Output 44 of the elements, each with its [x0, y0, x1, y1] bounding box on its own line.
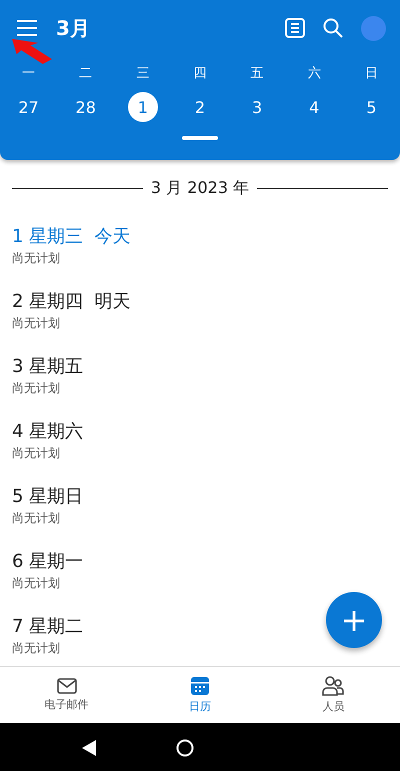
menu-icon[interactable]: [16, 19, 38, 37]
weekday-label: 一: [22, 65, 36, 83]
calendar-icon: [190, 676, 210, 696]
weekday-label: 五: [250, 65, 264, 83]
list-icon[interactable]: [285, 18, 305, 38]
tab-button[interactable]: 日历: [133, 667, 267, 723]
no-plans-text: 尚无计划: [12, 575, 60, 592]
no-plans-text: 尚无计划: [12, 380, 60, 397]
day-heading[interactable]: 4 星期六: [12, 419, 84, 443]
no-plans-text: 尚无计划: [12, 640, 60, 657]
month-title[interactable]: 3月: [56, 14, 267, 42]
drag-handle[interactable]: [182, 136, 218, 140]
day-heading[interactable]: 1 星期三 今天: [12, 224, 131, 248]
weekday-label: 三: [136, 65, 150, 83]
home-icon[interactable]: [176, 739, 194, 757]
no-plans-text: 尚无计划: [12, 510, 60, 527]
no-plans-text: 尚无计划: [12, 250, 60, 267]
date-button[interactable]: 5: [356, 92, 386, 122]
date-button[interactable]: 27: [14, 92, 44, 122]
date-button[interactable]: 2: [184, 92, 215, 122]
weekday-label: 六: [308, 65, 321, 83]
pointer-arrow-icon: [12, 38, 52, 64]
date-button[interactable]: 3: [242, 92, 272, 122]
day-heading[interactable]: 5 星期日: [12, 484, 84, 508]
weekday-label: 四: [193, 65, 206, 83]
day-heading[interactable]: 7 星期二: [12, 614, 84, 638]
day-heading[interactable]: 2 星期四 明天: [12, 289, 131, 313]
back-icon[interactable]: [82, 740, 96, 756]
date-button[interactable]: 1: [128, 92, 158, 122]
date-button[interactable]: 28: [70, 92, 101, 122]
day-heading[interactable]: 6 星期一: [12, 549, 84, 573]
tab-button[interactable]: 人员: [266, 667, 400, 723]
no-plans-text: 尚无计划: [12, 315, 60, 332]
day-heading[interactable]: 3 星期五: [12, 354, 84, 378]
no-plans-text: 尚无计划: [12, 445, 60, 462]
people-icon: [322, 676, 344, 696]
month-heading: 3 月 2023 年: [150, 178, 250, 198]
mail-icon: [56, 678, 77, 694]
add-button[interactable]: +: [326, 592, 382, 648]
tab-button[interactable]: 电子邮件: [0, 667, 134, 723]
weekday-label: 日: [364, 65, 378, 83]
date-button[interactable]: 4: [299, 92, 330, 122]
search-icon[interactable]: [323, 18, 343, 38]
weekday-label: 二: [79, 65, 92, 83]
